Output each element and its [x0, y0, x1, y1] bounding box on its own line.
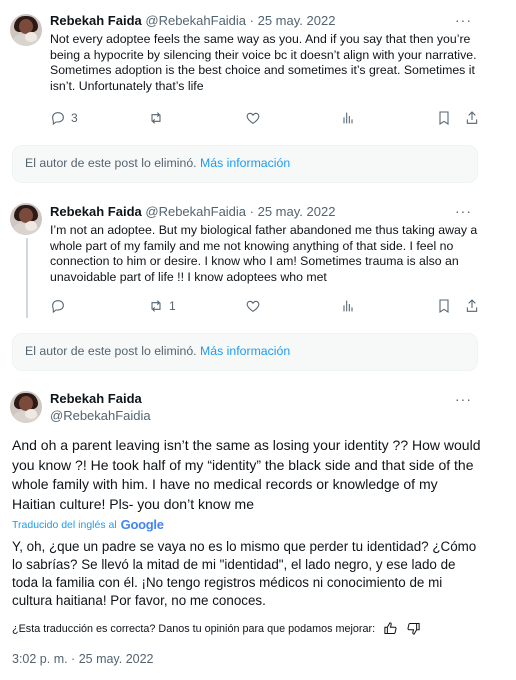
more-options-icon[interactable]: ···	[455, 391, 472, 407]
tweet-1[interactable]: Rebekah Faida @RebekahFaidia · 25 may. 2…	[0, 0, 490, 142]
retweet-button[interactable]: 1	[148, 298, 176, 314]
heart-icon	[246, 300, 260, 312]
main-tweet: Rebekah Faida @RebekahFaidia ··· And oh …	[0, 380, 490, 680]
deleted-notice-text: El autor de este post lo eliminó.	[25, 344, 200, 358]
share-icon	[466, 299, 478, 312]
retweet-button[interactable]	[148, 110, 169, 126]
deleted-notice-text: El autor de este post lo eliminó.	[25, 156, 200, 170]
deleted-post-notice: El autor de este post lo eliminó. Más in…	[12, 333, 478, 371]
avatar[interactable]	[10, 203, 42, 235]
author-name[interactable]: Rebekah Faida	[50, 13, 142, 28]
share-button[interactable]	[464, 298, 480, 314]
heart-icon	[246, 112, 260, 124]
avatar[interactable]	[10, 391, 42, 423]
tweet-text: I’m not an adoptee. But my biological fa…	[50, 223, 478, 285]
views-button[interactable]	[340, 298, 356, 314]
bookmark-button[interactable]	[436, 110, 452, 126]
bookmark-icon	[439, 299, 449, 313]
reply-button[interactable]	[50, 298, 71, 314]
tweet-text: Not every adoptee feels the same way as …	[50, 32, 477, 94]
more-options-icon[interactable]: ···	[455, 203, 472, 219]
author-name[interactable]: Rebekah Faida	[50, 204, 142, 219]
share-icon	[466, 111, 478, 124]
thumbs-up-icon[interactable]	[383, 621, 398, 636]
more-options-icon[interactable]: ···	[455, 12, 472, 28]
retweet-icon	[151, 112, 161, 124]
translation-attribution[interactable]: Traducido del inglés al Google	[12, 517, 164, 532]
tweet-actions: 3	[50, 110, 480, 128]
google-logo-icon: Google	[120, 517, 164, 532]
more-info-link[interactable]: Más información	[200, 156, 290, 170]
avatar[interactable]	[10, 14, 42, 46]
author-handle[interactable]: @RebekahFaidia	[50, 408, 151, 423]
bar-chart-icon	[343, 300, 353, 312]
translation-feedback: ¿Esta traducción es correcta? Danos tu o…	[12, 621, 421, 636]
author-handle[interactable]: @RebekahFaidia	[145, 204, 246, 219]
reply-count: 3	[71, 111, 78, 125]
reply-icon	[52, 300, 64, 314]
tweet-2[interactable]: Rebekah Faida @RebekahFaidia · 25 may. 2…	[0, 190, 490, 330]
tweet-date[interactable]: · 25 may. 2022	[250, 204, 336, 219]
bar-chart-icon	[343, 112, 353, 124]
more-info-link[interactable]: Más información	[200, 344, 290, 358]
share-button[interactable]	[464, 110, 480, 126]
main-tweet-text: And oh a parent leaving isn’t the same a…	[12, 437, 481, 512]
retweet-icon	[151, 300, 161, 312]
tweet-header: Rebekah Faida @RebekahFaidia · 25 may. 2…	[50, 204, 335, 219]
bookmark-icon	[439, 111, 449, 125]
feedback-question: ¿Esta traducción es correcta? Danos tu o…	[12, 622, 376, 635]
tweet-header: Rebekah Faida @RebekahFaidia · 25 may. 2…	[50, 13, 335, 28]
tweet-date[interactable]: · 25 may. 2022	[250, 13, 336, 28]
retweet-count: 1	[169, 299, 176, 313]
translated-by-label: Traducido del inglés al	[12, 518, 117, 531]
like-button[interactable]	[245, 298, 261, 314]
thumbs-down-icon[interactable]	[406, 621, 421, 636]
translated-text: Y, oh, ¿que un padre se vaya no es lo mi…	[12, 539, 477, 608]
bookmark-button[interactable]	[436, 298, 452, 314]
like-button[interactable]	[245, 110, 261, 126]
views-button[interactable]	[340, 110, 356, 126]
author-name[interactable]: Rebekah Faida	[50, 391, 142, 406]
tweet-actions: 1	[50, 298, 480, 316]
deleted-post-notice: El autor de este post lo eliminó. Más in…	[12, 145, 478, 183]
reply-icon	[52, 112, 64, 126]
thread-line	[26, 238, 28, 318]
reply-button[interactable]: 3	[50, 110, 78, 126]
author-handle[interactable]: @RebekahFaidia	[145, 13, 246, 28]
tweet-timestamp[interactable]: 3:02 p. m. · 25 may. 2022	[12, 652, 154, 666]
